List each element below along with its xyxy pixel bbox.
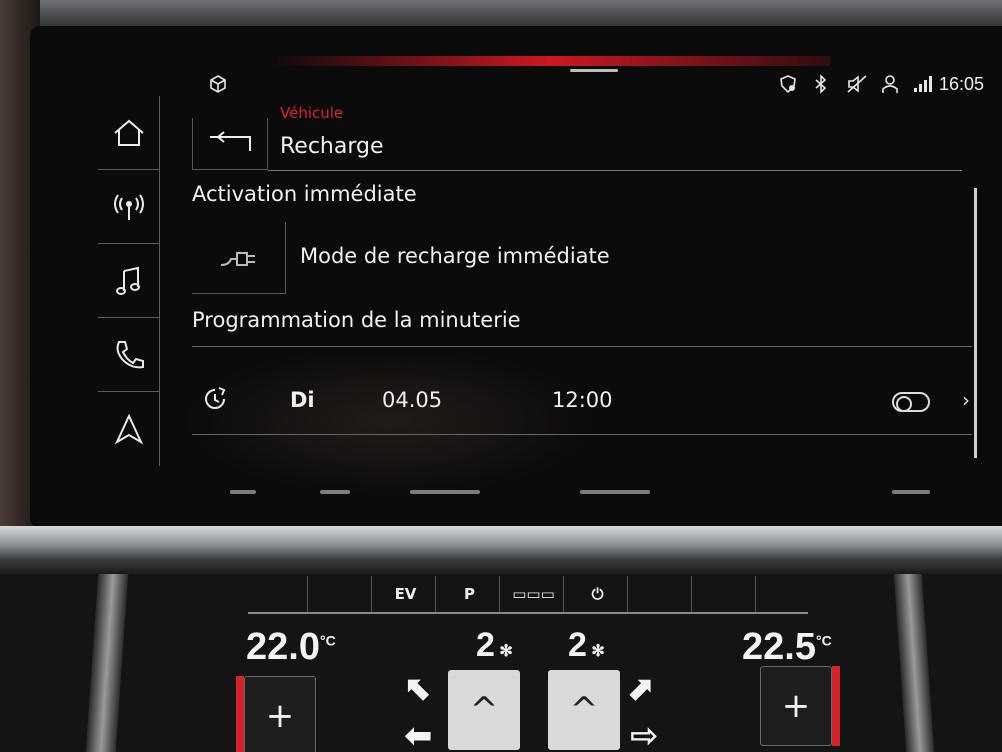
fan-icon: ✻ <box>586 643 605 660</box>
fan-icon: ✻ <box>494 643 513 660</box>
navigation-icon <box>114 413 144 445</box>
left-temp-plus-button[interactable]: + <box>244 676 316 752</box>
user-icon <box>880 74 900 99</box>
right-fan-up-button[interactable]: ^ <box>548 670 620 750</box>
back-button[interactable] <box>192 118 268 170</box>
right-temperature[interactable]: 22.5°C <box>742 626 832 669</box>
air-direction-up-left-icon[interactable]: ⬆ <box>394 666 442 714</box>
center-console-trim <box>0 526 1002 574</box>
right-heat-indicator <box>832 666 840 746</box>
parking-heater-button[interactable]: P <box>440 576 500 612</box>
page-title: Recharge <box>280 134 384 159</box>
section-timer-title: Programmation de la minuterie <box>192 308 521 332</box>
mute-icon <box>846 74 868 99</box>
climate-blank-button[interactable] <box>248 576 308 612</box>
left-temperature[interactable]: 22.0°C <box>246 626 336 669</box>
bluetooth-icon <box>812 74 830 99</box>
timer-date: 04.05 <box>382 388 443 412</box>
header-divider <box>268 170 962 171</box>
right-fan-level[interactable]: 2 ✻ <box>568 626 605 665</box>
sidebar-item-navigation[interactable] <box>98 392 160 466</box>
sidebar <box>98 96 160 466</box>
timer-day: Di <box>290 388 315 412</box>
notification-handle[interactable] <box>570 69 618 72</box>
immediate-charge-row[interactable]: Mode de recharge immédiate <box>192 222 962 294</box>
left-fan-up-button[interactable]: ^ <box>448 670 520 750</box>
climate-power-button[interactable]: ⏻ <box>568 576 628 612</box>
section-divider <box>192 346 972 347</box>
back-arrow-icon <box>210 130 251 151</box>
page-header: Véhicule Recharge <box>192 98 992 171</box>
sidebar-item-phone[interactable] <box>98 318 160 392</box>
timer-row[interactable]: Di 04.05 12:00 › <box>192 366 972 436</box>
navigation-shield-icon <box>778 74 798 99</box>
air-direction-left-icon[interactable]: ⬅ <box>404 716 433 752</box>
signal-icon <box>912 74 934 99</box>
right-temp-plus-button[interactable]: + <box>760 666 832 746</box>
immediate-charge-label: Mode de recharge immédiate <box>300 244 610 268</box>
charging-plug-icon <box>192 222 286 294</box>
climate-blank-button[interactable] <box>696 576 756 612</box>
timer-toggle[interactable] <box>892 392 930 412</box>
section-immediate-title: Activation immédiate <box>192 182 417 206</box>
home-icon <box>114 119 144 146</box>
car-settings-icon[interactable] <box>208 74 228 99</box>
infotainment-screen: 16:05 Véhicule Recharge Activation imméd… <box>30 26 1002 528</box>
scrollbar[interactable] <box>974 188 977 458</box>
sidebar-item-radio[interactable] <box>98 170 160 244</box>
ev-climate-button[interactable]: EV <box>376 576 436 612</box>
breadcrumb: Véhicule <box>280 104 344 122</box>
sidebar-item-music[interactable] <box>98 244 160 318</box>
phone-icon <box>116 340 144 368</box>
timer-time: 12:00 <box>552 388 613 412</box>
climate-blank-button[interactable] <box>312 576 372 612</box>
climate-panel: EV P ▭▭▭ ⏻ 22.0°C 2 ✻ 2 ✻ 22.5°C + ⬆ ^ ⬅… <box>112 576 922 752</box>
next-timer-row-partial[interactable] <box>230 488 950 498</box>
music-icon <box>116 266 140 295</box>
left-heat-indicator <box>236 676 244 752</box>
radio-icon <box>114 193 144 220</box>
rear-defrost-button[interactable]: ▭▭▭ <box>504 576 564 612</box>
climate-shortcut-bar: EV P ▭▭▭ ⏻ <box>248 576 808 614</box>
clock: 16:05 <box>938 74 984 94</box>
sidebar-item-home[interactable] <box>98 96 160 170</box>
air-direction-right-icon[interactable]: ⇨ <box>630 716 659 752</box>
timer-clock-icon <box>202 386 228 417</box>
air-direction-up-right-icon[interactable]: ⬆ <box>616 666 664 714</box>
row-divider <box>192 434 972 435</box>
left-fan-level[interactable]: 2 ✻ <box>476 626 513 665</box>
climate-blank-button[interactable] <box>632 576 692 612</box>
ambient-red-glow <box>270 56 830 66</box>
chevron-right-icon[interactable]: › <box>962 388 970 412</box>
